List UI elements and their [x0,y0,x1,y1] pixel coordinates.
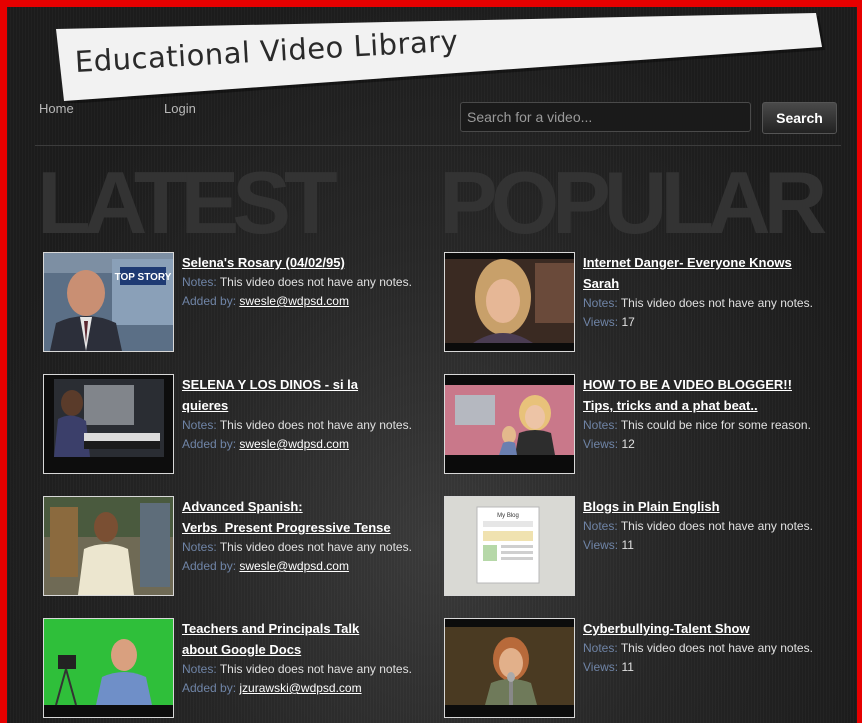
video-title-link[interactable]: Selena's Rosary (04/02/95) [182,252,438,273]
notes-text: This video does not have any notes. [219,662,412,676]
views-count: 11 [621,660,634,674]
thumb-overlay-text: TOP STORY [115,272,172,283]
uploader-email-link[interactable]: swesle@wdpsd.com [239,294,349,308]
popular-heading: POPULAR [439,153,827,252]
video-title-link[interactable]: HOW TO BE A VIDEO BLOGGER!! Tips, tricks… [583,374,839,416]
notes-text: This video does not have any notes. [620,296,813,310]
video-blogger-thumbnail[interactable] [444,374,575,474]
video-title-line: Advanced Spanish: [182,499,303,514]
latest-video-item: SELENA Y LOS DINOS - si la quieres Notes… [43,374,438,476]
paper-blog-thumbnail[interactable]: My Blog [444,496,575,596]
search-button[interactable]: Search [762,102,837,134]
notes-label: Notes: [182,540,217,554]
news-anchor-thumbnail[interactable]: TOP STORY [43,252,174,352]
popular-video-item: My Blog Blogs in Plain English Notes: Th… [444,496,839,598]
notes-label: Notes: [583,641,618,655]
views-label: Views: [583,437,619,451]
nav-home-link[interactable]: Home [39,101,74,116]
video-title-line: Sarah [583,276,620,291]
notes-text: This video does not have any notes. [620,519,813,533]
views-count: 12 [621,437,635,451]
video-title-link[interactable]: Teachers and Principals Talk about Googl… [182,618,438,660]
popular-video-item: Cyberbullying-Talent Show Notes: This vi… [444,618,839,720]
notes-text: This video does not have any notes. [219,418,412,432]
video-title-line: about Google Docs [182,642,302,657]
girl-portrait-thumbnail[interactable] [444,252,575,352]
added-by-label: Added by: [182,559,237,573]
popular-video-item: HOW TO BE A VIDEO BLOGGER!! Tips, tricks… [444,374,839,476]
notes-label: Notes: [583,519,618,533]
video-title-line: Selena's Rosary (04/02/95) [182,255,345,270]
latest-heading: LATEST [37,153,338,252]
video-title-line: Verbs_Present Progressive Tense [182,520,391,535]
teacher-workshop-thumbnail[interactable] [43,496,174,596]
video-title-line: quieres [182,398,229,413]
video-title-line: Cyberbullying-Talent Show [583,621,750,636]
video-title-line: HOW TO BE A VIDEO BLOGGER!! [583,377,792,392]
notes-label: Notes: [583,418,618,432]
notes-label: Notes: [182,275,217,289]
greenscreen-interview-thumbnail[interactable] [43,618,174,718]
notes-label: Notes: [182,418,217,432]
video-title-link[interactable]: Advanced Spanish: Verbs_Present Progress… [182,496,438,538]
thumb-overlay-text: My Blog [497,513,519,519]
views-label: Views: [583,315,619,329]
views-count: 11 [621,538,634,552]
video-title-link[interactable]: Internet Danger- Everyone Knows Sarah [583,252,839,294]
notes-text: This could be nice for some reason. [620,418,811,432]
views-count: 17 [621,315,635,329]
latest-video-item: Teachers and Principals Talk about Googl… [43,618,438,720]
notes-text: This video does not have any notes. [620,641,813,655]
video-title-line: Blogs in Plain English [583,499,720,514]
views-label: Views: [583,660,619,674]
video-title-line: Internet Danger- Everyone Knows [583,255,792,270]
video-title-link[interactable]: SELENA Y LOS DINOS - si la quieres [182,374,438,416]
latest-video-item: Advanced Spanish: Verbs_Present Progress… [43,496,438,598]
notes-label: Notes: [182,662,217,676]
keyboard-player-thumbnail[interactable] [43,374,174,474]
video-title-link[interactable]: Cyberbullying-Talent Show [583,618,839,639]
search-input[interactable] [460,102,751,132]
latest-video-item: TOP STORY Selena's Rosary (04/02/95) Not… [43,252,438,354]
title-banner: Educational Video Library [54,11,826,103]
video-title-line: Tips, tricks and a phat beat.. [583,398,758,413]
added-by-label: Added by: [182,437,237,451]
notes-text: This video does not have any notes. [219,275,412,289]
singer-microphone-thumbnail[interactable] [444,618,575,718]
uploader-email-link[interactable]: jzurawski@wdpsd.com [239,681,361,695]
uploader-email-link[interactable]: swesle@wdpsd.com [239,437,349,451]
notes-text: This video does not have any notes. [219,540,412,554]
popular-video-item: Internet Danger- Everyone Knows Sarah No… [444,252,839,354]
notes-label: Notes: [583,296,618,310]
video-title-line: Teachers and Principals Talk [182,621,360,636]
views-label: Views: [583,538,619,552]
video-title-link[interactable]: Blogs in Plain English [583,496,839,517]
header-divider [35,145,841,146]
uploader-email-link[interactable]: swesle@wdpsd.com [239,559,349,573]
added-by-label: Added by: [182,294,237,308]
nav-login-link[interactable]: Login [164,101,196,116]
video-title-line: SELENA Y LOS DINOS - si la [182,377,359,392]
page-frame: Educational Video Library Home Login Sea… [7,7,857,723]
added-by-label: Added by: [182,681,237,695]
